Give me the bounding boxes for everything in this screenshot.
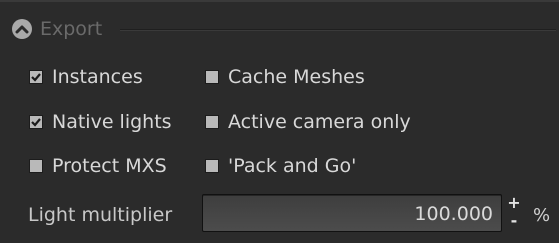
checkmark-icon	[31, 73, 41, 82]
checkmark-icon	[31, 118, 41, 127]
pack-and-go-label: 'Pack and Go'	[228, 155, 357, 177]
protect-mxs-label: Protect MXS	[52, 155, 167, 177]
chevron-up-circle-icon[interactable]	[12, 19, 32, 39]
protect-mxs-checkbox[interactable]: Protect MXS	[29, 153, 167, 179]
light-multiplier-label: Light multiplier	[28, 204, 173, 226]
cache-meshes-checkbox[interactable]: Cache Meshes	[205, 64, 365, 90]
checkbox-box[interactable]	[29, 70, 43, 84]
light-multiplier-spinner[interactable]: + -	[506, 194, 522, 232]
unit-label: %	[533, 205, 551, 226]
header-divider	[120, 29, 556, 31]
light-multiplier-value: 100.000	[414, 203, 493, 225]
cache-meshes-label: Cache Meshes	[228, 66, 365, 88]
section-title: Export	[40, 18, 103, 40]
native-lights-checkbox[interactable]: Native lights	[29, 109, 172, 135]
spin-down-button[interactable]: -	[506, 212, 522, 231]
section-header[interactable]: Export	[0, 14, 559, 44]
active-camera-only-label: Active camera only	[228, 111, 411, 133]
native-lights-label: Native lights	[52, 111, 172, 133]
export-panel: Export Instances Cache Meshes Native lig…	[0, 0, 559, 243]
instances-checkbox[interactable]: Instances	[29, 64, 143, 90]
checkbox-box[interactable]	[205, 70, 219, 84]
panel-top-border	[0, 0, 559, 2]
pack-and-go-checkbox[interactable]: 'Pack and Go'	[205, 153, 356, 179]
checkbox-box[interactable]	[205, 115, 219, 129]
light-multiplier-input[interactable]: 100.000	[202, 194, 502, 232]
active-camera-only-checkbox[interactable]: Active camera only	[205, 109, 411, 135]
instances-label: Instances	[52, 66, 143, 88]
checkbox-box[interactable]	[205, 159, 219, 173]
checkbox-box[interactable]	[29, 159, 43, 173]
checkbox-box[interactable]	[29, 115, 43, 129]
